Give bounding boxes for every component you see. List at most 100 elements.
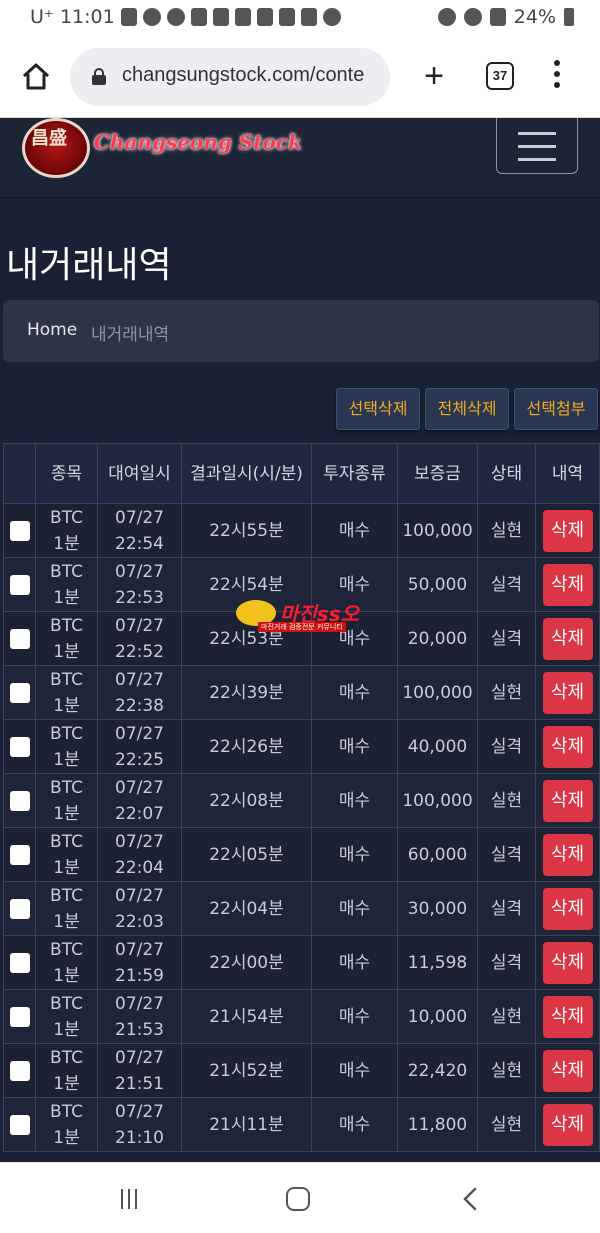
- overflow-menu-icon[interactable]: [552, 60, 562, 94]
- action-cell: 삭제: [535, 503, 600, 558]
- row-checkbox-cell: [3, 503, 36, 558]
- status-bar: U⁺ 11:01 24%: [0, 0, 600, 36]
- open-time-cell: 07/27 21:53: [97, 989, 182, 1044]
- row-checkbox[interactable]: [9, 1060, 30, 1081]
- trade-type-cell: 매수: [311, 881, 398, 936]
- row-checkbox-cell: [3, 611, 36, 666]
- delete-row-button[interactable]: 삭제: [542, 995, 593, 1038]
- header-checkbox-cell: [3, 443, 36, 504]
- header-status: 상태: [477, 443, 536, 504]
- action-cell: 삭제: [535, 935, 600, 990]
- delete-row-button[interactable]: 삭제: [542, 833, 593, 876]
- delete-row-button[interactable]: 삭제: [542, 671, 593, 714]
- delete-row-button[interactable]: 삭제: [542, 1103, 593, 1146]
- row-checkbox[interactable]: [9, 952, 30, 973]
- row-checkbox[interactable]: [9, 682, 30, 703]
- open-date: 07/27: [115, 561, 164, 582]
- attach-selected-button[interactable]: 선택첨부: [514, 388, 598, 430]
- logo-chars: 昌盛: [31, 128, 67, 149]
- status-cell: 실현: [477, 989, 536, 1044]
- period: 1분: [53, 965, 80, 986]
- header-trade-type: 투자종류: [311, 443, 398, 504]
- symbol: BTC: [50, 777, 83, 798]
- table-row: BTC 1분 07/27 22:38 22시39분 매수 100,000 실현 삭제: [3, 665, 600, 720]
- address-bar[interactable]: changsungstock.com/conte: [70, 48, 390, 106]
- delete-row-button[interactable]: 삭제: [542, 1049, 593, 1092]
- alarm-icon: [437, 8, 456, 26]
- delete-all-button[interactable]: 전체삭제: [425, 388, 509, 430]
- result-time-cell: 22시55분: [181, 503, 312, 558]
- browser-toolbar: changsungstock.com/conte + 37: [0, 36, 600, 118]
- open-time-cell: 07/27 22:03: [97, 881, 182, 936]
- open-date: 07/27: [115, 1047, 164, 1068]
- lock-icon: [92, 68, 106, 85]
- open-date: 07/27: [115, 777, 164, 798]
- row-checkbox[interactable]: [9, 736, 30, 757]
- period: 1분: [53, 911, 80, 932]
- logo-text[interactable]: Changseong Stock: [94, 130, 302, 154]
- period: 1분: [53, 857, 80, 878]
- logo-emblem[interactable]: 昌盛: [22, 118, 90, 178]
- delete-selected-button[interactable]: 선택삭제: [336, 388, 420, 430]
- symbol-cell: BTC 1분: [35, 1043, 98, 1098]
- row-checkbox[interactable]: [9, 628, 30, 649]
- deposit-cell: 100,000: [397, 665, 478, 720]
- recent-apps-icon[interactable]: [121, 1189, 143, 1209]
- heart-icon: [166, 8, 185, 26]
- row-checkbox[interactable]: [9, 574, 30, 595]
- delete-row-button[interactable]: 삭제: [542, 725, 593, 768]
- status-cell: 실격: [477, 935, 536, 990]
- symbol: BTC: [50, 507, 83, 528]
- tab-count-button[interactable]: 37: [486, 62, 514, 90]
- symbol-cell: BTC 1분: [35, 503, 98, 558]
- breadcrumb-home-link[interactable]: Home: [27, 320, 77, 340]
- symbol: BTC: [50, 669, 83, 690]
- back-icon[interactable]: [462, 1187, 478, 1211]
- symbol-cell: BTC 1분: [35, 827, 98, 882]
- delete-row-button[interactable]: 삭제: [542, 887, 593, 930]
- row-checkbox-cell: [3, 719, 36, 774]
- delete-row-button[interactable]: 삭제: [542, 779, 593, 822]
- open-time-cell: 07/27 22:25: [97, 719, 182, 774]
- action-cell: 삭제: [535, 665, 600, 720]
- symbol-cell: BTC 1분: [35, 665, 98, 720]
- row-checkbox[interactable]: [9, 520, 30, 541]
- delete-row-button[interactable]: 삭제: [542, 509, 593, 552]
- delete-row-button[interactable]: 삭제: [542, 941, 593, 984]
- row-checkbox-cell: [3, 989, 36, 1044]
- menu-line-icon: [518, 132, 556, 135]
- battery-level: 24%: [513, 6, 556, 28]
- period: 1분: [53, 749, 80, 770]
- row-checkbox[interactable]: [9, 790, 30, 811]
- header-deposit: 보증금: [397, 443, 478, 504]
- new-tab-button[interactable]: +: [420, 58, 448, 94]
- open-time: 22:04: [115, 857, 164, 878]
- row-checkbox[interactable]: [9, 1114, 30, 1135]
- url-text[interactable]: changsungstock.com/conte: [122, 64, 384, 87]
- action-cell: 삭제: [535, 773, 600, 828]
- delete-row-button[interactable]: 삭제: [542, 563, 593, 606]
- open-time: 22:25: [115, 749, 164, 770]
- symbol: BTC: [50, 561, 83, 582]
- home-icon[interactable]: [20, 60, 52, 92]
- open-time: 22:52: [115, 641, 164, 662]
- status-cell: 실현: [477, 665, 536, 720]
- deposit-cell: 100,000: [397, 773, 478, 828]
- open-date: 07/27: [115, 723, 164, 744]
- row-checkbox[interactable]: [9, 1006, 30, 1027]
- open-time-cell: 07/27 22:07: [97, 773, 182, 828]
- deposit-cell: 22,420: [397, 1043, 478, 1098]
- symbol-cell: BTC 1분: [35, 935, 98, 990]
- delete-row-button[interactable]: 삭제: [542, 617, 593, 660]
- row-checkbox[interactable]: [9, 898, 30, 919]
- row-checkbox-cell: [3, 773, 36, 828]
- deposit-cell: 60,000: [397, 827, 478, 882]
- action-cell: 삭제: [535, 611, 600, 666]
- symbol-cell: BTC 1분: [35, 557, 98, 612]
- hamburger-menu-button[interactable]: [496, 118, 578, 174]
- symbol: BTC: [50, 885, 83, 906]
- symbol: BTC: [50, 615, 83, 636]
- table-row: BTC 1분 07/27 21:59 22시00분 매수 11,598 실격 삭제: [3, 935, 600, 990]
- row-checkbox[interactable]: [9, 844, 30, 865]
- home-nav-icon[interactable]: [286, 1187, 310, 1211]
